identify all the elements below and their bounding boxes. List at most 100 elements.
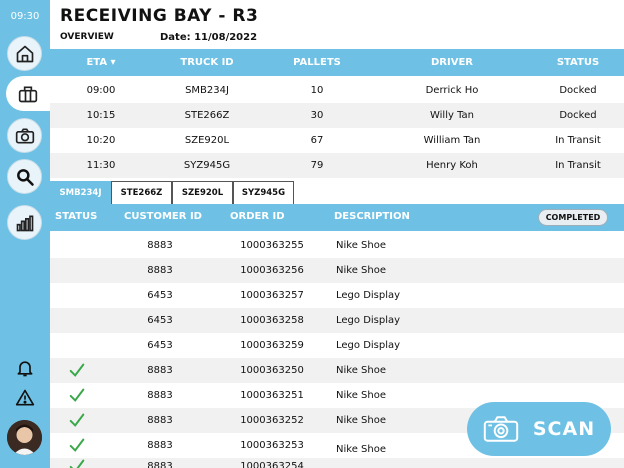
- order-row[interactable]: 6453 1000363257 Lego Display: [50, 283, 624, 308]
- order-description: Lego Display: [336, 340, 401, 351]
- order-description: Nike Shoe: [336, 390, 386, 401]
- order-row[interactable]: 8883 1000363255 Nike Shoe: [50, 233, 624, 258]
- truck-pallets: 79: [310, 160, 324, 171]
- truck-status: In Transit: [555, 160, 601, 171]
- order-description: Nike Shoe: [336, 365, 386, 376]
- column-eta-sort[interactable]: ETA ▾: [50, 57, 152, 68]
- checkmark-icon: [69, 413, 85, 427]
- checkmark-icon: [69, 438, 85, 452]
- truck-id: STE266Z: [184, 110, 230, 121]
- column-pallets: PALLETS: [293, 57, 341, 68]
- truck-eta: 10:20: [86, 135, 116, 146]
- order-row[interactable]: 8883 1000363254: [50, 458, 624, 468]
- order-status[interactable]: [68, 386, 88, 407]
- nav-inventory-button[interactable]: [6, 76, 50, 111]
- order-id: 1000363253: [240, 440, 304, 451]
- truck-id: SYZ945G: [183, 160, 231, 171]
- checkmark-icon: [69, 363, 85, 377]
- customer-id: 8883: [147, 265, 173, 276]
- scan-button[interactable]: SCAN: [467, 402, 611, 456]
- order-row[interactable]: 6453 1000363258 Lego Display: [50, 308, 624, 333]
- order-status[interactable]: [68, 436, 88, 457]
- date-label: Date: 11/08/2022: [160, 32, 258, 43]
- customer-id: 8883: [147, 365, 173, 376]
- order-description: Lego Display: [336, 290, 401, 301]
- order-id: 1000363257: [240, 290, 304, 301]
- column-order-status: STATUS: [55, 211, 98, 222]
- page-title: RECEIVING BAY - R3: [60, 6, 259, 26]
- truck-driver: Willy Tan: [429, 110, 475, 121]
- tab-sze920l[interactable]: SZE920L: [172, 181, 233, 204]
- order-id: 1000363258: [240, 315, 304, 326]
- checkmark-icon: [69, 459, 85, 468]
- truck-row[interactable]: 10:20 SZE920L 67 William Tan In Transit: [50, 128, 624, 153]
- nav-search-button[interactable]: [7, 159, 42, 194]
- overview-label: OVERVIEW: [60, 32, 114, 42]
- truck-driver: Derrick Ho: [425, 85, 479, 96]
- tab-syz945g[interactable]: SYZ945G: [233, 181, 294, 204]
- truck-row[interactable]: 11:30 SYZ945G 79 Henry Koh In Transit: [50, 153, 624, 178]
- truck-tabs: SMB234J STE266Z SZE920L SYZ945G: [50, 181, 294, 204]
- order-id: 1000363254: [240, 461, 304, 468]
- customer-id: 6453: [147, 290, 173, 301]
- column-driver: DRIVER: [431, 57, 473, 68]
- order-description: Nike Shoe: [336, 240, 386, 251]
- status-time: 09:30: [10, 11, 40, 22]
- column-customer-id: CUSTOMER ID: [124, 211, 202, 222]
- order-id: 1000363251: [240, 390, 304, 401]
- truck-driver: William Tan: [423, 135, 481, 146]
- bar-chart-icon: [16, 215, 33, 231]
- truck-row[interactable]: 10:15 STE266Z 30 Willy Tan Docked: [50, 103, 624, 128]
- boxes-icon: [18, 86, 38, 102]
- order-row[interactable]: 8883 1000363250 Nike Shoe: [50, 358, 624, 383]
- truck-status: Docked: [559, 85, 597, 96]
- tab-smb234j[interactable]: SMB234J: [50, 181, 111, 204]
- truck-row[interactable]: 09:00 SMB234J 10 Derrick Ho Docked: [50, 78, 624, 103]
- order-row[interactable]: 8883 1000363256 Nike Shoe: [50, 258, 624, 283]
- customer-id: 8883: [147, 390, 173, 401]
- order-status[interactable]: [68, 411, 88, 432]
- truck-table-header: ETA ▾ TRUCK ID PALLETS DRIVER STATUS: [50, 49, 624, 76]
- order-description: Nike Shoe: [336, 265, 386, 276]
- truck-pallets: 30: [310, 110, 324, 121]
- notifications-button[interactable]: [14, 357, 36, 379]
- order-description: Lego Display: [336, 315, 401, 326]
- order-table-header: STATUS CUSTOMER ID ORDER ID DESCRIPTION …: [50, 204, 624, 231]
- checkmark-icon: [69, 388, 85, 402]
- user-portrait-icon: [7, 420, 42, 455]
- avatar[interactable]: [7, 420, 42, 455]
- truck-driver: Henry Koh: [426, 160, 478, 171]
- camera-icon: [483, 416, 519, 442]
- column-status: STATUS: [556, 57, 600, 68]
- customer-id: 8883: [147, 440, 173, 451]
- customer-id: 8883: [147, 240, 173, 251]
- order-id: 1000363256: [240, 265, 304, 276]
- home-icon: [16, 45, 33, 62]
- truck-status: Docked: [559, 110, 597, 121]
- order-status[interactable]: [68, 361, 88, 382]
- scan-button-label: SCAN: [532, 418, 596, 440]
- alerts-button[interactable]: [14, 387, 36, 409]
- bell-icon: [17, 361, 33, 377]
- order-id: 1000363252: [240, 415, 304, 426]
- warning-icon: [15, 389, 35, 406]
- order-id: 1000363250: [240, 365, 304, 376]
- camera-icon: [15, 128, 34, 143]
- order-id: 1000363255: [240, 240, 304, 251]
- nav-reports-button[interactable]: [7, 205, 42, 240]
- nav-camera-button[interactable]: [7, 118, 42, 153]
- customer-id: 6453: [147, 315, 173, 326]
- truck-id: SZE920L: [184, 135, 230, 146]
- customer-id: 6453: [147, 340, 173, 351]
- tab-ste266z[interactable]: STE266Z: [111, 181, 172, 204]
- order-row[interactable]: 6453 1000363259 Lego Display: [50, 333, 624, 358]
- order-status[interactable]: [68, 457, 88, 468]
- truck-pallets: 10: [310, 85, 324, 96]
- customer-id: 8883: [147, 461, 173, 468]
- order-id: 1000363259: [240, 340, 304, 351]
- nav-home-button[interactable]: [7, 36, 42, 71]
- truck-eta: 10:15: [86, 110, 116, 121]
- search-icon: [16, 168, 34, 186]
- customer-id: 8883: [147, 415, 173, 426]
- completed-button[interactable]: COMPLETED: [538, 209, 608, 226]
